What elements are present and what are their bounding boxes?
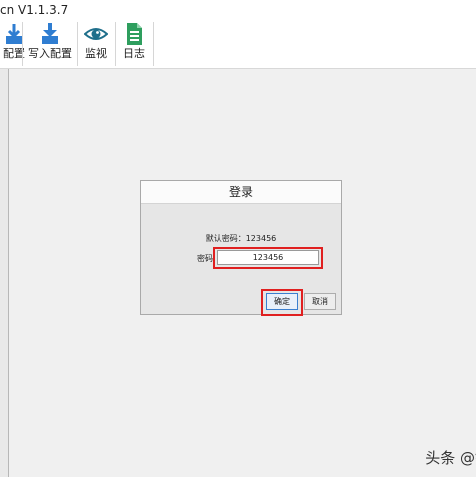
password-label: 密码 xyxy=(197,254,213,263)
toolbar-separator xyxy=(153,22,154,66)
toolbar-label: 监视 xyxy=(85,47,107,60)
write-config-button[interactable]: 写入配置 xyxy=(24,20,76,67)
window-title: cn V1.1.3.7 xyxy=(0,3,69,17)
toolbar-label: 写入配置 xyxy=(28,47,72,60)
ok-button[interactable]: 确定 xyxy=(266,293,298,310)
cancel-button[interactable]: 取消 xyxy=(304,293,336,310)
eye-icon xyxy=(84,28,108,40)
app-window: cn V1.1.3.7 配置 写入配置 监视 日志 登录 默认密码：123456… xyxy=(0,0,476,477)
title-bar: cn V1.1.3.7 xyxy=(0,0,476,20)
default-password-hint: 默认密码：123456 xyxy=(205,234,277,243)
toolbar-label: 日志 xyxy=(123,47,145,60)
dialog-title: 登录 xyxy=(141,181,341,204)
toolbar: 配置 写入配置 监视 日志 xyxy=(0,20,476,69)
log-icon xyxy=(127,23,142,45)
watermark-text: 头条 @钡 xyxy=(425,449,476,467)
password-input[interactable] xyxy=(217,250,319,265)
toolbar-separator xyxy=(22,22,23,66)
monitor-button[interactable]: 监视 xyxy=(78,20,114,67)
log-button[interactable]: 日志 xyxy=(116,20,152,67)
write-config-icon xyxy=(42,23,58,44)
